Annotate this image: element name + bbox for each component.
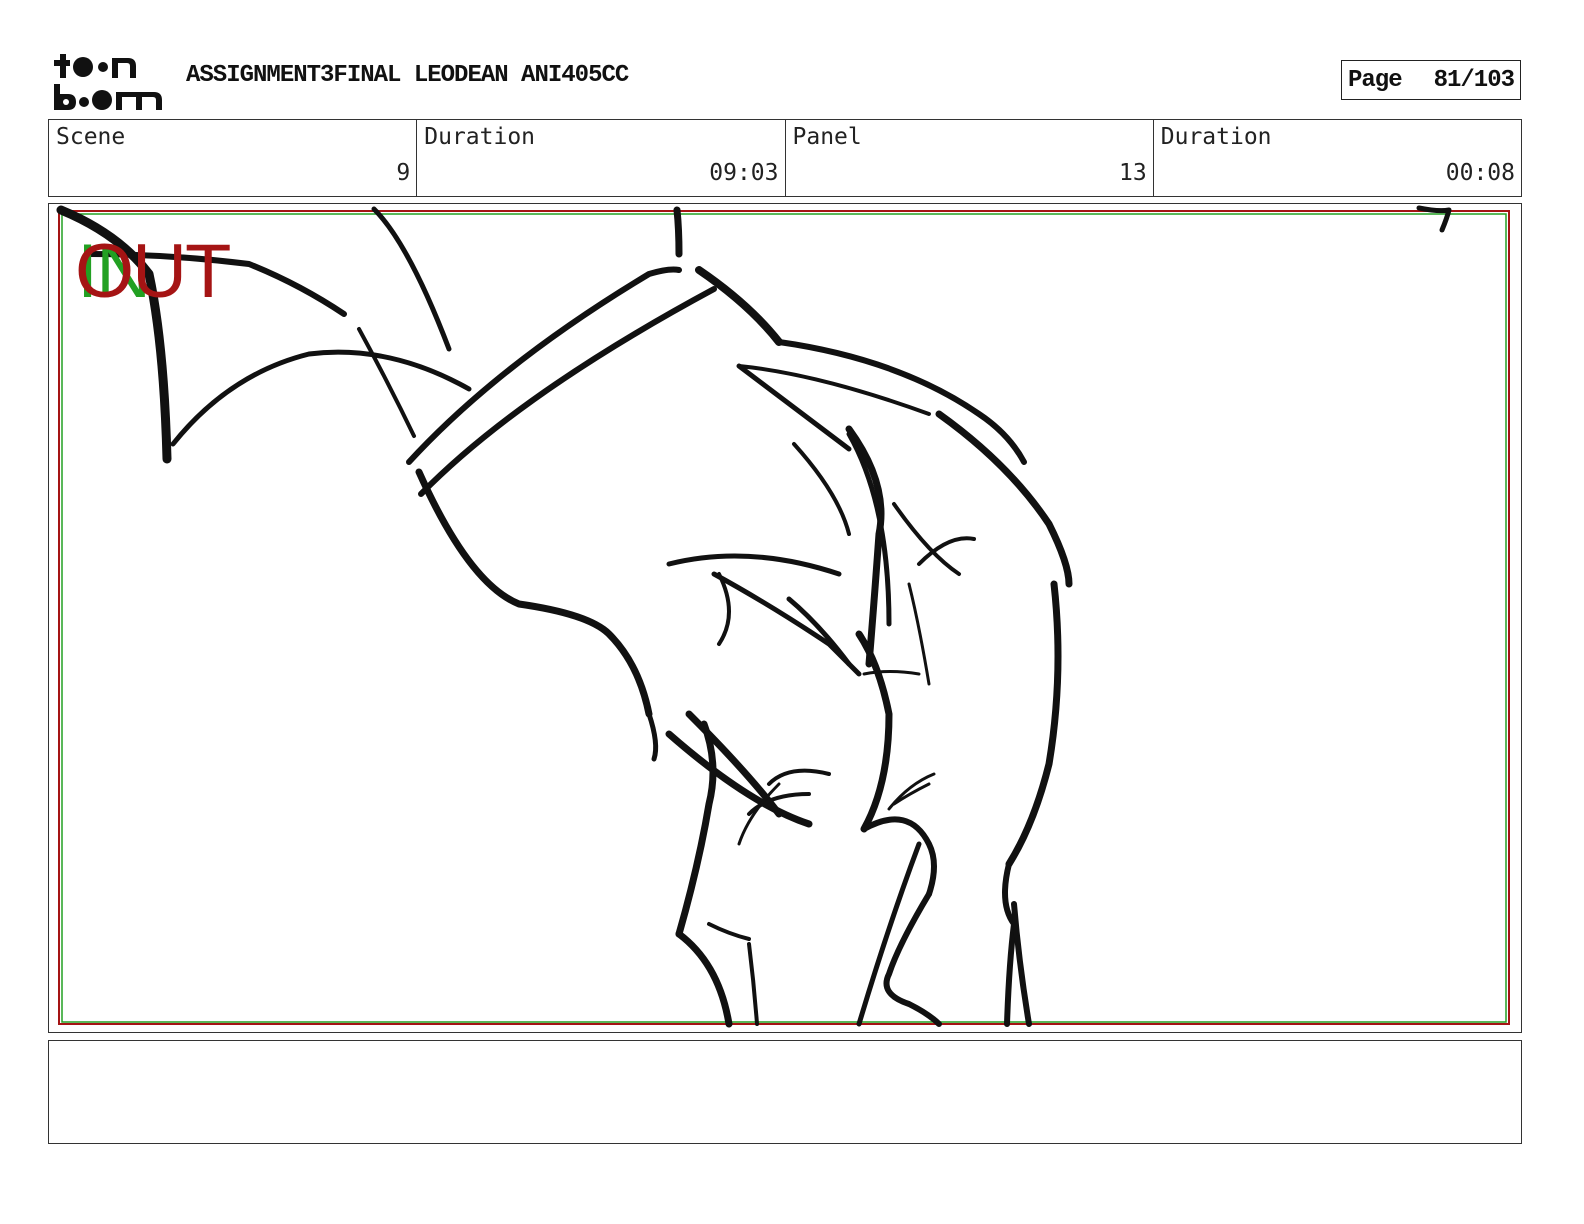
panel-duration-value: 00:08 [1445, 160, 1515, 186]
document-title: ASSIGNMENT3FINAL LEODEAN ANI405CC [186, 62, 629, 89]
sketch-drawing [56, 205, 1510, 1028]
panel-duration-label: Duration [1160, 124, 1272, 150]
panel-info-table: Scene 9 Duration 09:03 Panel 13 Duration… [48, 119, 1522, 197]
scene-label: Scene [56, 124, 126, 150]
page-number: 81/103 [1433, 66, 1515, 94]
storyboard-panel[interactable]: IN OUT [48, 203, 1522, 1033]
scene-duration-cell: Duration 09:03 [417, 120, 786, 196]
panel-duration-cell: Duration 00:08 [1154, 120, 1521, 196]
panel-value: 13 [1119, 160, 1147, 186]
scene-value: 9 [396, 160, 411, 186]
page-label: Page [1348, 66, 1403, 94]
scene-cell: Scene 9 [49, 120, 418, 196]
out-marker: OUT [75, 229, 231, 314]
panel-label: Panel [792, 124, 862, 150]
toon-boom-logo [50, 50, 166, 112]
notes-field[interactable] [48, 1040, 1522, 1144]
scene-duration-value: 09:03 [709, 160, 779, 186]
scene-duration-label: Duration [424, 124, 536, 150]
panel-cell: Panel 13 [786, 120, 1154, 196]
page-indicator: Page 81/103 [1341, 60, 1521, 100]
